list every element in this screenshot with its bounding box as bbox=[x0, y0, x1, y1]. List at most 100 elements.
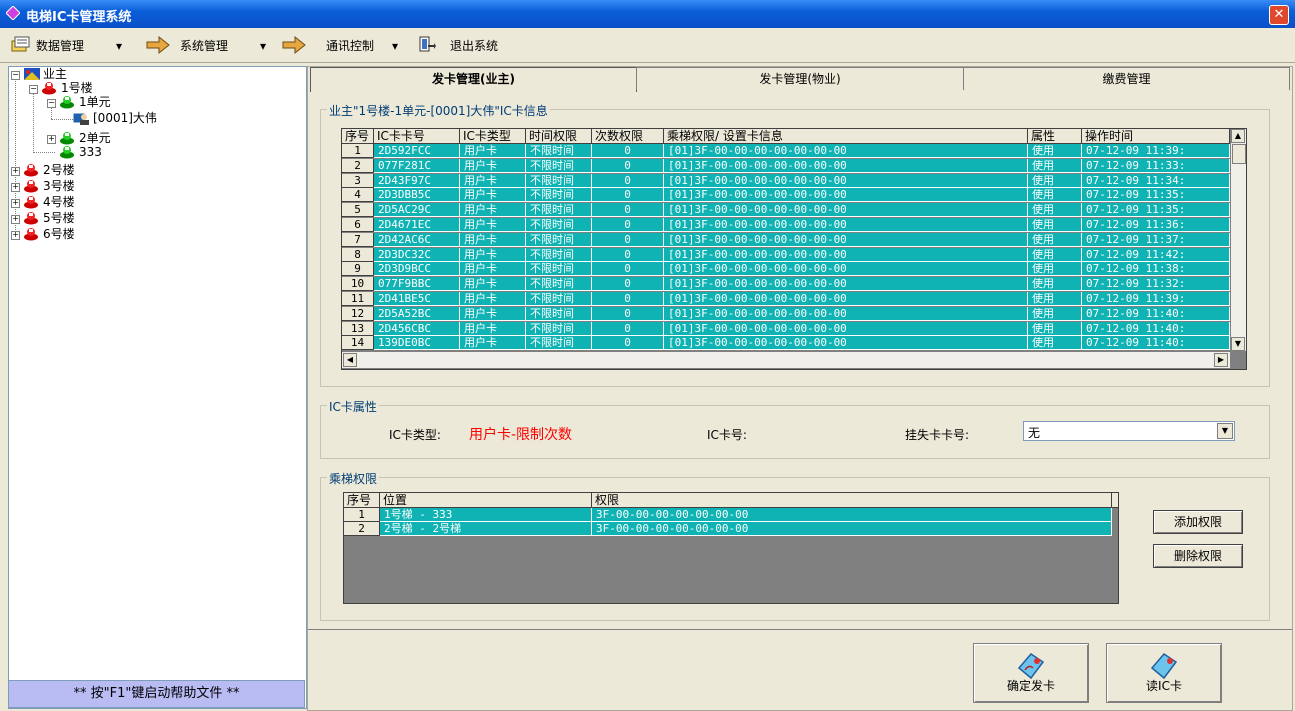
tab-property-card[interactable]: 发卡管理(物业) bbox=[636, 67, 964, 90]
table-cell: 使用 bbox=[1028, 336, 1082, 351]
card-col-header[interactable]: 时间权限 bbox=[526, 129, 592, 143]
table-cell: 1号梯 - 333 bbox=[380, 508, 592, 522]
table-cell: 8 bbox=[342, 247, 374, 262]
expand-toggle[interactable]: + bbox=[11, 199, 20, 208]
table-row[interactable]: 1 1号梯 - 333 3F-00-00-00-00-00-00-00 bbox=[344, 508, 1112, 522]
tab-owner-card[interactable]: 发卡管理(业主) bbox=[310, 67, 637, 92]
tab-payment[interactable]: 缴费管理 bbox=[963, 67, 1290, 90]
collapse-toggle[interactable]: − bbox=[47, 99, 56, 108]
table-cell: 用户卡 bbox=[460, 321, 526, 336]
delete-permission-button[interactable]: 删除权限 bbox=[1153, 544, 1243, 568]
scroll-down-icon[interactable]: ▼ bbox=[1231, 337, 1245, 351]
table-row[interactable]: 14 139DE0BC 用户卡 不限时间 0 [01]3F-00-00-00-00-00-… bbox=[342, 336, 1230, 351]
table-cell: 使用 bbox=[1028, 306, 1082, 321]
elevator-col-header[interactable]: 序号 bbox=[344, 493, 380, 507]
scroll-up-icon[interactable]: ▲ bbox=[1231, 129, 1245, 143]
table-cell: 07-12-09 11:35: bbox=[1082, 188, 1230, 203]
table-cell: 0 bbox=[592, 203, 664, 218]
table-cell: 3F-00-00-00-00-00-00-00 bbox=[592, 522, 1112, 536]
close-button[interactable]: ✕ bbox=[1269, 5, 1289, 25]
table-cell: 使用 bbox=[1028, 232, 1082, 247]
expand-toggle[interactable]: + bbox=[11, 215, 20, 224]
table-cell: 不限时间 bbox=[526, 158, 592, 173]
scroll-left-icon[interactable]: ◀ bbox=[343, 353, 357, 367]
chevron-down-icon: ▾ bbox=[392, 39, 399, 53]
table-cell: 07-12-09 11:40: bbox=[1082, 321, 1230, 336]
menu-label-data: 数据管理 bbox=[36, 39, 85, 53]
table-row[interactable]: 13 2D456CBC 用户卡 不限时间 0 [01]3F-00-00-00-00-00-… bbox=[342, 321, 1230, 336]
table-row[interactable]: 6 2D4671EC 用户卡 不限时间 0 [01]3F-00-00-00-00-00-0… bbox=[342, 218, 1230, 232]
table-cell: 10 bbox=[342, 277, 374, 292]
building-red-icon bbox=[24, 180, 38, 193]
table-cell: 2D5AC29C bbox=[374, 203, 460, 218]
table-row[interactable]: 10 077F9BBC 用户卡 不限时间 0 [01]3F-00-00-00-00-00-… bbox=[342, 277, 1230, 292]
table-cell: 0 bbox=[592, 262, 664, 277]
issue-card-button[interactable]: 确定发卡 bbox=[973, 643, 1089, 703]
table-cell: [01]3F-00-00-00-00-00-00-00 bbox=[664, 247, 1028, 262]
lost-card-select[interactable]: 无 ▼ bbox=[1023, 421, 1235, 441]
building-red-icon bbox=[24, 228, 38, 241]
read-card-label: 读IC卡 bbox=[1146, 679, 1182, 693]
elevator-col-header[interactable]: 权限 bbox=[592, 493, 1112, 507]
card-type-label: IC卡类型: bbox=[389, 428, 441, 442]
table-cell: 不限时间 bbox=[526, 188, 592, 203]
table-row[interactable]: 12 2D5A52BC 用户卡 不限时间 0 [01]3F-00-00-00-00-00-… bbox=[342, 306, 1230, 321]
table-cell: 0 bbox=[592, 336, 664, 351]
data-management-icon bbox=[11, 36, 30, 52]
table-cell: 使用 bbox=[1028, 203, 1082, 218]
table-cell: 077F9BBC bbox=[374, 277, 460, 292]
collapse-toggle[interactable]: − bbox=[11, 71, 20, 80]
elevator-col-header[interactable]: 位置 bbox=[380, 493, 592, 507]
scroll-thumb[interactable] bbox=[1232, 144, 1246, 164]
table-row[interactable]: 8 2D3DC32C 用户卡 不限时间 0 [01]3F-00-00-00-00-00-0… bbox=[342, 247, 1230, 262]
table-row[interactable]: 1 2D592FCC 用户卡 不限时间 0 [01]3F-00-00-00-00-00-0… bbox=[342, 144, 1230, 158]
read-card-button[interactable]: 读IC卡 bbox=[1106, 643, 1222, 703]
card-col-header[interactable]: 属性 bbox=[1028, 129, 1082, 143]
table-cell: 不限时间 bbox=[526, 292, 592, 306]
table-row[interactable]: 11 2D41BE5C 用户卡 不限时间 0 [01]3F-00-00-00-00-00-… bbox=[342, 292, 1230, 306]
table-row[interactable]: 7 2D42AC6C 用户卡 不限时间 0 [01]3F-00-00-00-00-00-0… bbox=[342, 232, 1230, 247]
table-cell: 2号梯 - 2号梯 bbox=[380, 522, 592, 536]
table-cell: 2D5A52BC bbox=[374, 306, 460, 321]
table-cell: 11 bbox=[342, 292, 374, 306]
table-cell: 2D3DC32C bbox=[374, 247, 460, 262]
card-col-header[interactable]: 操作时间 bbox=[1082, 129, 1230, 143]
card-col-header[interactable]: 乘梯权限/ 设置卡信息 bbox=[664, 129, 1028, 143]
expand-toggle[interactable]: + bbox=[47, 135, 56, 144]
scroll-right-icon[interactable]: ▶ bbox=[1214, 353, 1228, 367]
card-col-header[interactable]: 次数权限 bbox=[592, 129, 664, 143]
menu-data-management[interactable]: 数据管理 ▾ bbox=[10, 36, 138, 55]
expand-toggle[interactable]: + bbox=[11, 183, 20, 192]
table-cell: 0 bbox=[592, 173, 664, 188]
table-row[interactable]: 4 2D3DBB5C 用户卡 不限时间 0 [01]3F-00-00-00-00-00-0… bbox=[342, 188, 1230, 203]
collapse-toggle[interactable]: − bbox=[29, 85, 38, 94]
menu-exit[interactable]: 退出系统 bbox=[416, 36, 516, 55]
table-cell: 07-12-09 11:42: bbox=[1082, 247, 1230, 262]
title-bar: 电梯IC卡管理系统 ✕ bbox=[0, 0, 1295, 28]
card-grid-hscroll[interactable]: ◀ ▶ bbox=[342, 351, 1230, 368]
chevron-down-icon[interactable]: ▼ bbox=[1217, 423, 1233, 439]
menu-system-management[interactable]: 系统管理 ▾ bbox=[146, 35, 276, 55]
expand-toggle[interactable]: + bbox=[11, 167, 20, 176]
table-row[interactable]: 9 2D3D9BCC 用户卡 不限时间 0 [01]3F-00-00-00-00-00-0… bbox=[342, 262, 1230, 277]
card-col-header[interactable]: IC卡类型 bbox=[460, 129, 526, 143]
card-grid-vscroll[interactable]: ▲ ▼ bbox=[1230, 129, 1246, 351]
card-col-header[interactable]: 序号 bbox=[342, 129, 374, 143]
table-row[interactable]: 2 2号梯 - 2号梯 3F-00-00-00-00-00-00-00 bbox=[344, 522, 1112, 536]
table-row[interactable]: 2 077F281C 用户卡 不限时间 0 [01]3F-00-00-00-00-00-0… bbox=[342, 158, 1230, 173]
exit-door-icon bbox=[419, 36, 436, 52]
expand-toggle[interactable]: + bbox=[11, 231, 20, 240]
table-cell: 0 bbox=[592, 158, 664, 173]
card-col-header[interactable]: IC卡卡号 bbox=[374, 129, 460, 143]
add-permission-button[interactable]: 添加权限 bbox=[1153, 510, 1243, 534]
menu-bar: 数据管理 ▾ 系统管理 ▾ 通讯控制 ▾ 退出系统 bbox=[0, 28, 1295, 63]
table-cell: 0 bbox=[592, 306, 664, 321]
tree-label-building1: 1号楼 bbox=[61, 81, 93, 95]
menu-communication-control[interactable]: 通讯控制 ▾ bbox=[282, 35, 410, 55]
table-cell: [01]3F-00-00-00-00-00-00-00 bbox=[664, 188, 1028, 203]
table-cell: 用户卡 bbox=[460, 173, 526, 188]
lost-card-value: 无 bbox=[1028, 426, 1041, 440]
table-row[interactable]: 3 2D43F97C 用户卡 不限时间 0 [01]3F-00-00-00-00-00-0… bbox=[342, 173, 1230, 188]
table-row[interactable]: 5 2D5AC29C 用户卡 不限时间 0 [01]3F-00-00-00-00-00-0… bbox=[342, 203, 1230, 218]
person-card-icon bbox=[73, 112, 89, 125]
